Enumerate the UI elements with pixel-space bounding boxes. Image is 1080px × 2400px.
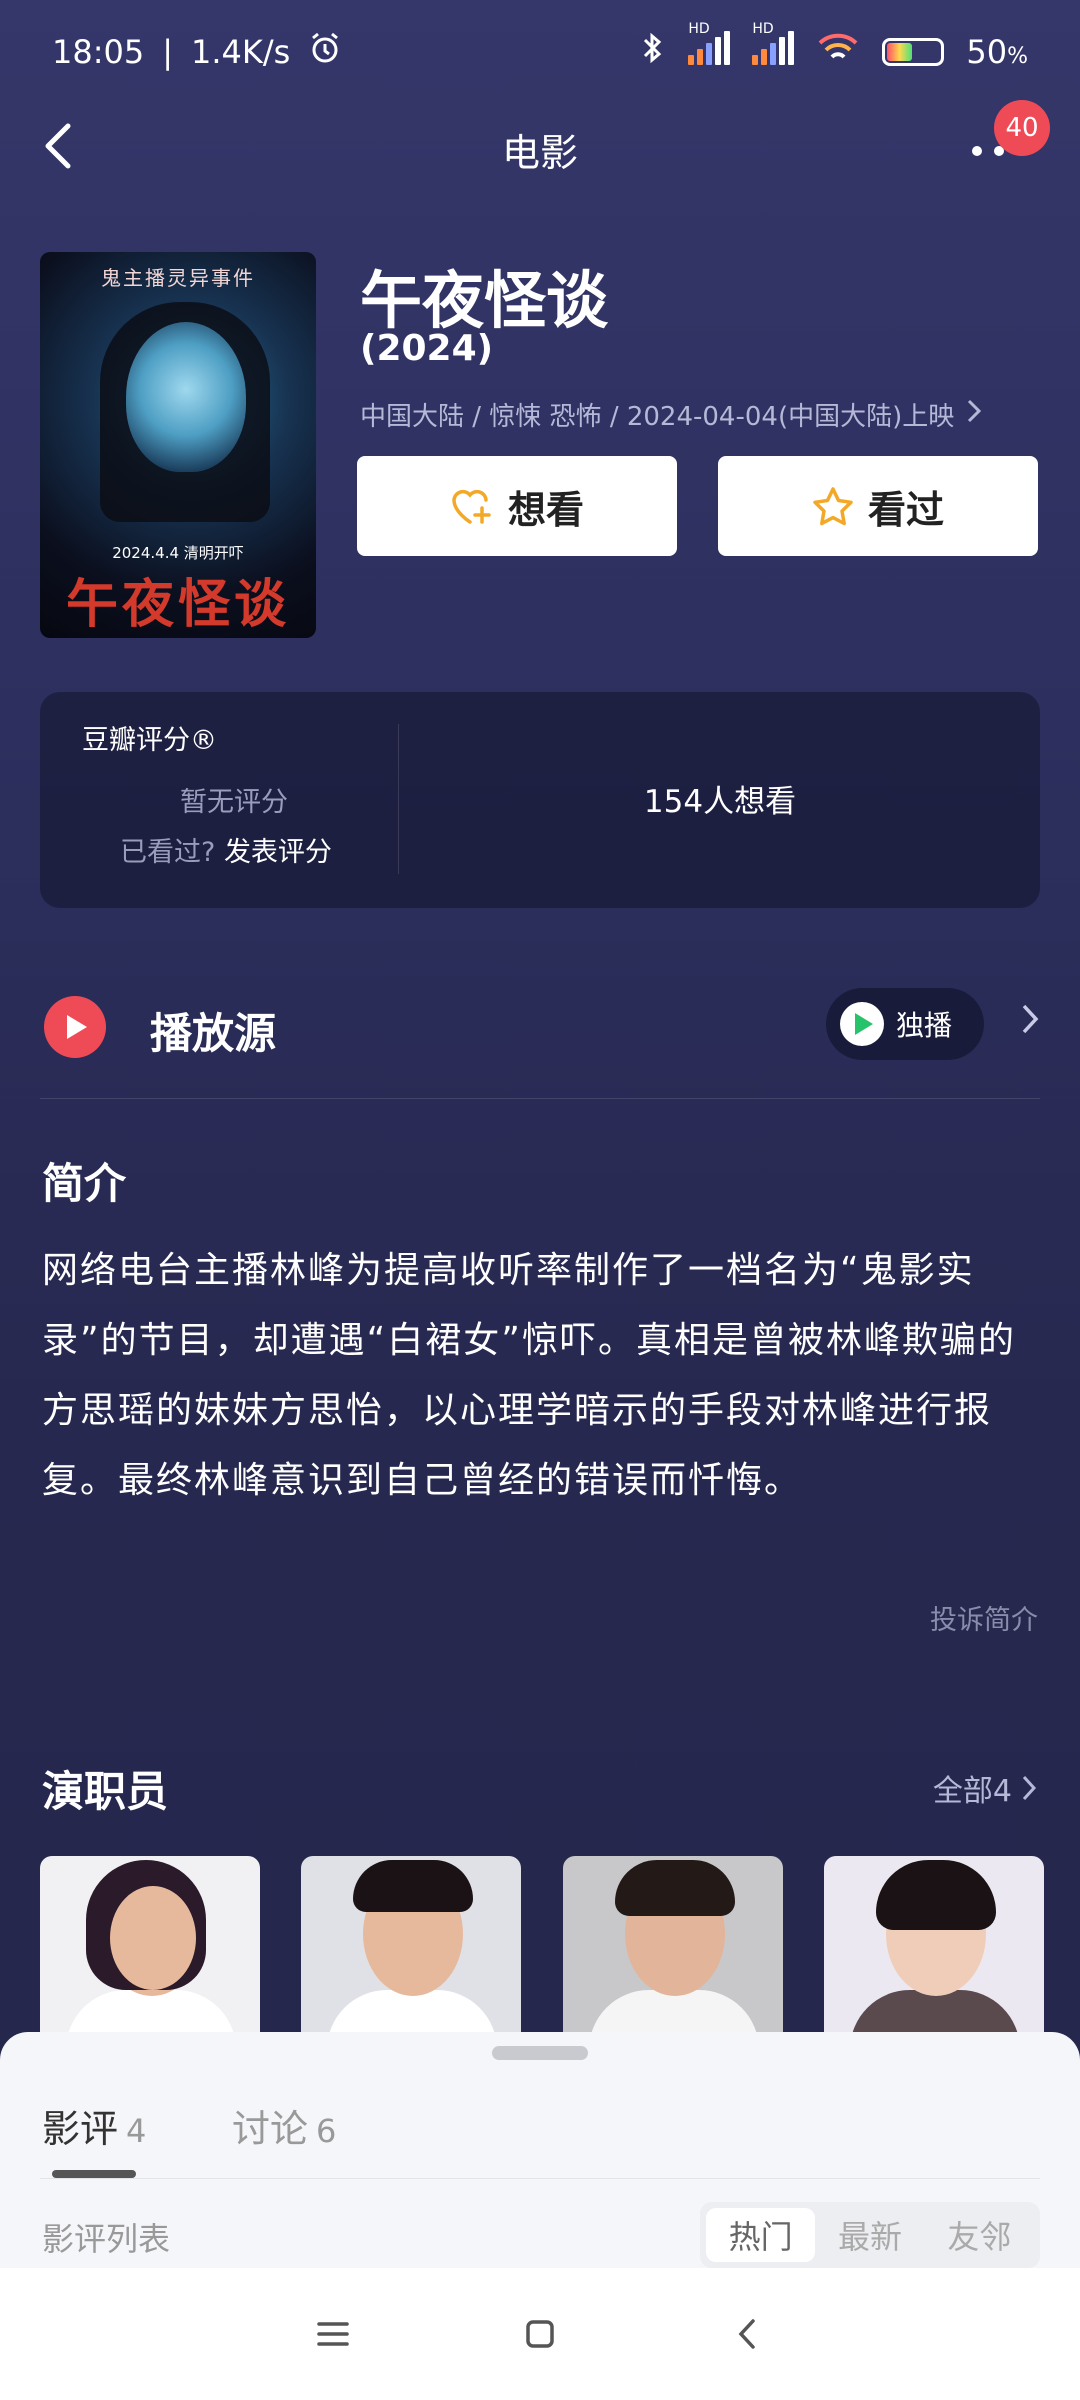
play-source-title: 播放源 [150, 1009, 277, 1058]
synopsis-title: 简介 [42, 1159, 127, 1208]
sort-hot[interactable]: 热门 [706, 2208, 816, 2262]
chevron-right-icon [1020, 1000, 1040, 1046]
back-chevron-icon [738, 2319, 755, 2349]
cast-all-label: 全部4 [932, 1774, 1012, 1809]
status-time: 18:05 [52, 33, 145, 71]
douban-rating-label: 豆瓣评分® [82, 725, 217, 756]
cast-photo-face-front [110, 1886, 196, 1990]
cast-photo-body [327, 1990, 497, 2036]
want-to-watch-button[interactable]: 想看 [357, 456, 677, 556]
synopsis-text: 网络电台主播林峰为提高收听率制作了一档名为“鬼影实录”的节目，却遭遇“白裙女”惊… [42, 1250, 1016, 1501]
wish-count[interactable]: 154人想看 [400, 776, 1040, 821]
post-rating-link[interactable]: 发表评分 [224, 837, 332, 868]
want-to-watch-label: 想看 [507, 487, 584, 532]
tab-reviews[interactable]: 影评 4 [42, 2098, 146, 2153]
heart-plus-icon [452, 489, 491, 524]
status-left: 18:05 | 1.4K/s [52, 31, 342, 73]
exclusive-label: 独播 [896, 1009, 953, 1042]
battery-level: 50% [966, 33, 1028, 71]
tencent-video-icon [840, 1002, 884, 1046]
active-tab-indicator [52, 2170, 136, 2178]
movie-year: (2024) [360, 328, 494, 369]
chevron-right-icon [966, 398, 982, 431]
review-list-label: 影评列表 [42, 2220, 171, 2258]
cast-photo-hair [615, 1860, 735, 1916]
watched-button[interactable]: 看过 [718, 456, 1038, 556]
sort-segmented-control: 热门 最新 友邻 [700, 2202, 1040, 2268]
sort-friends[interactable]: 友邻 [925, 2208, 1034, 2262]
no-rating-text: 暂无评分 [180, 787, 288, 818]
tab-discussions[interactable]: 讨论 6 [232, 2098, 336, 2153]
notification-badge: 40 [994, 100, 1050, 156]
rating-divider [398, 724, 399, 874]
tab-discussions-label: 讨论 [232, 2107, 309, 2151]
chevron-right-icon [1022, 1775, 1037, 1801]
tab-reviews-label: 影评 [42, 2107, 119, 2151]
watched-label: 看过 [867, 487, 944, 532]
play-circle-icon [44, 996, 106, 1058]
status-separator: | [162, 33, 173, 71]
tab-reviews-count: 4 [126, 2112, 147, 2150]
more-dots-icon [972, 146, 1004, 156]
status-right: HD HD 50% [640, 21, 1028, 73]
cast-card[interactable] [824, 1856, 1044, 2036]
exclusive-platform-pill[interactable]: 独播 [826, 988, 984, 1060]
bluetooth-icon [640, 31, 666, 73]
alarm-icon [308, 31, 342, 73]
sort-latest[interactable]: 最新 [815, 2208, 924, 2262]
sheet-drag-handle[interactable] [492, 2046, 588, 2060]
poster-top-text: 鬼主播灵异事件 [101, 266, 255, 290]
signal-icon-2: HD [752, 21, 795, 73]
rate-prompt: 已看过? 发表评分 [120, 830, 332, 869]
system-navigation-bar [0, 2268, 1080, 2400]
cast-card[interactable] [563, 1856, 783, 2036]
battery-icon [882, 38, 945, 66]
cast-card[interactable] [301, 1856, 521, 2036]
cast-all-link[interactable]: 全部4 [933, 1766, 1038, 1810]
cast-photo-body [850, 1990, 1020, 2036]
home-square-icon [526, 2320, 554, 2348]
movie-meta-text: 中国大陆 / 惊悚 恐怖 / 2024-04-04(中国大陆)上映 [360, 402, 955, 432]
sheet-divider [40, 2178, 1040, 2179]
signal-icon-1: HD [688, 21, 731, 73]
home-button[interactable] [510, 2304, 570, 2364]
cast-photo-body [66, 1990, 236, 2036]
page-title: 电影 [501, 131, 578, 175]
movie-meta[interactable]: 中国大陆 / 惊悚 恐怖 / 2024-04-04(中国大陆)上映 [360, 396, 982, 433]
cast-photo-hair [353, 1860, 473, 1912]
cast-photo-hair [876, 1860, 996, 1930]
play-source-row[interactable]: 播放源 独播 [40, 980, 1040, 1076]
poster-logo-text: 午夜怪谈 [65, 575, 290, 635]
star-icon [813, 487, 853, 526]
status-bar: 18:05 | 1.4K/s HD HD 50% [0, 0, 1080, 104]
movie-poster[interactable]: 鬼主播灵异事件 2024.4.4 清明开吓 午夜怪谈 [40, 252, 316, 638]
menu-button[interactable] [303, 2304, 363, 2364]
menu-icon [317, 2322, 350, 2346]
system-back-button[interactable] [717, 2304, 777, 2364]
tab-discussions-count: 6 [316, 2112, 337, 2150]
report-synopsis-link[interactable]: 投诉简介 [930, 1598, 1038, 1637]
cast-card[interactable] [40, 1856, 260, 2036]
rate-prompt-question: 已看过? [120, 837, 216, 868]
movie-title: 午夜怪谈 [360, 264, 609, 337]
rating-card: 豆瓣评分® 暂无评分 已看过? 发表评分 154人想看 [40, 692, 1040, 908]
reviews-bottom-sheet: 影评 4 讨论 6 影评列表 热门 最新 友邻 [0, 2032, 1080, 2268]
section-divider [40, 1098, 1040, 1099]
hd-label-2: HD [752, 21, 774, 37]
status-net-speed: 1.4K/s [191, 33, 291, 71]
poster-figure-face [126, 322, 246, 472]
nav-bar: 电影 [0, 104, 1080, 188]
wifi-icon [816, 31, 860, 73]
cast-title: 演职员 [42, 1767, 169, 1816]
cast-photo-body [589, 1990, 759, 2036]
poster-date-text: 2024.4.4 清明开吓 [112, 544, 244, 562]
hd-label-1: HD [688, 21, 710, 37]
